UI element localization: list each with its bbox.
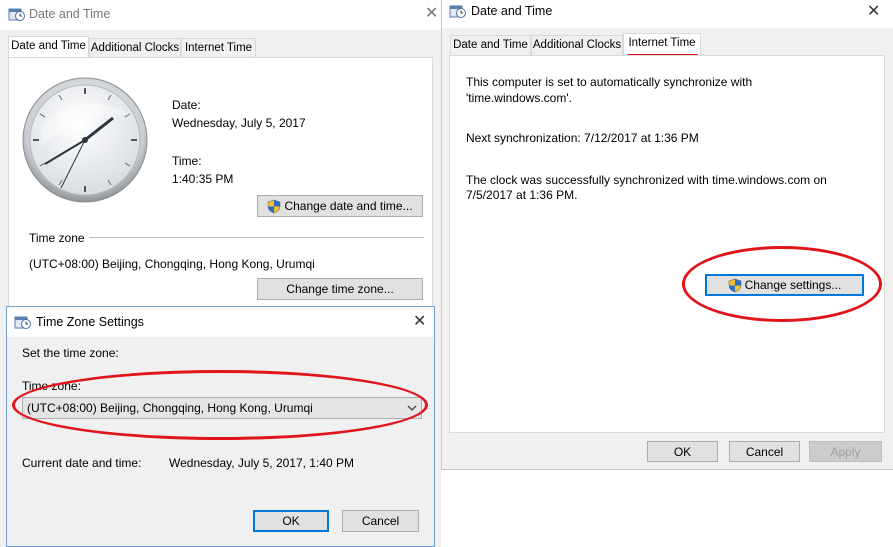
clock-app-icon [449, 5, 466, 18]
sync-status-line2: 'time.windows.com'. [466, 91, 572, 105]
clock-app-icon [8, 8, 25, 21]
left-titlebar: Date and Time ✕ [0, 0, 441, 30]
shield-icon [268, 200, 281, 214]
tab-internet-time[interactable]: Internet Time [623, 33, 701, 56]
success-line1: The clock was successfully synchronized … [466, 173, 827, 187]
right-apply-button: Apply [809, 441, 882, 462]
tz-dialog-title: Time Zone Settings [36, 315, 144, 329]
analog-clock [22, 77, 148, 203]
tz-ok-button[interactable]: OK [253, 510, 329, 532]
tab-additional-clocks[interactable]: Additional Clocks [531, 35, 623, 55]
time-label: Time: [172, 154, 202, 168]
tab-additional-clocks[interactable]: Additional Clocks [89, 38, 181, 58]
annotation-circle-change-settings [682, 246, 882, 322]
time-zone-divider [89, 237, 424, 238]
success-line2: 7/5/2017 at 1:36 PM. [466, 188, 578, 202]
right-ok-button[interactable]: OK [647, 441, 718, 462]
right-tab-panel: This computer is set to automatically sy… [449, 55, 885, 433]
left-window-title: Date and Time [29, 7, 111, 21]
tab-date-and-time[interactable]: Date and Time [8, 36, 89, 58]
time-zone-value: (UTC+08:00) Beijing, Chongqing, Hong Kon… [29, 257, 315, 271]
annotation-circle-timezone [12, 370, 428, 440]
set-time-zone-label: Set the time zone: [22, 346, 119, 360]
time-zone-heading: Time zone [29, 231, 85, 245]
change-date-time-button[interactable]: Change date and time... [257, 195, 423, 217]
tab-internet-time[interactable]: Internet Time [181, 38, 256, 58]
change-date-time-label: Change date and time... [284, 199, 413, 213]
current-date-time-label: Current date and time: [22, 456, 142, 470]
tz-close-icon[interactable]: ✕ [413, 314, 426, 330]
right-close-icon[interactable]: ✕ [867, 4, 880, 20]
clock-app-icon [14, 316, 31, 329]
right-window-title: Date and Time [471, 4, 553, 18]
date-label: Date: [172, 98, 201, 112]
tz-titlebar: Time Zone Settings ✕ [7, 307, 434, 337]
time-value: 1:40:35 PM [172, 172, 234, 186]
change-time-zone-button[interactable]: Change time zone... [257, 278, 423, 300]
right-titlebar: Date and Time ✕ [442, 0, 893, 28]
current-date-time-value: Wednesday, July 5, 2017, 1:40 PM [169, 456, 354, 470]
right-date-time-window: Date and Time ✕ Date and Time Additional… [441, 0, 893, 470]
right-cancel-button[interactable]: Cancel [729, 441, 800, 462]
next-sync-text: Next synchronization: 7/12/2017 at 1:36 … [466, 131, 699, 145]
left-tab-panel: Date: Wednesday, July 5, 2017 Time: 1:40… [8, 57, 433, 307]
tz-cancel-button[interactable]: Cancel [342, 510, 419, 532]
tab-date-and-time[interactable]: Date and Time [450, 35, 531, 55]
left-close-icon[interactable]: ✕ [425, 6, 438, 22]
sync-status-line1: This computer is set to automatically sy… [466, 75, 753, 89]
date-value: Wednesday, July 5, 2017 [172, 116, 306, 130]
